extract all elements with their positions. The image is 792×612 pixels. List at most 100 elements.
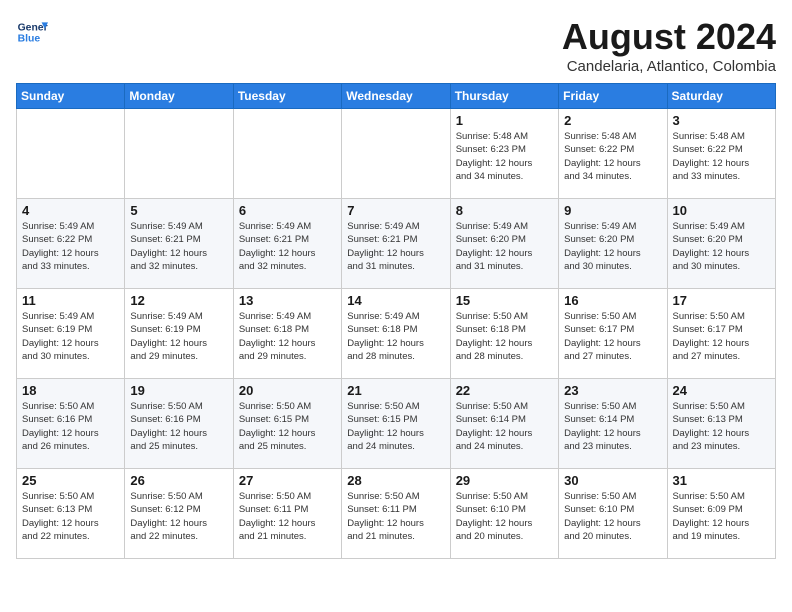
day-cell: 21Sunrise: 5:50 AM Sunset: 6:15 PM Dayli… — [342, 379, 450, 469]
day-number: 14 — [347, 293, 444, 308]
day-info: Sunrise: 5:49 AM Sunset: 6:20 PM Dayligh… — [673, 220, 770, 273]
day-cell: 4 Sunrise: 5:49 AM Sunset: 6:22 PM Daylig… — [17, 199, 125, 289]
day-info: Sunrise: 5:50 AM Sunset: 6:16 PM Dayligh… — [22, 400, 119, 453]
week-row-2: 4 Sunrise: 5:49 AM Sunset: 6:22 PM Daylig… — [17, 199, 776, 289]
day-cell — [233, 109, 341, 199]
day-number: 5 — [130, 203, 227, 218]
day-cell: 22Sunrise: 5:50 AM Sunset: 6:14 PM Dayli… — [450, 379, 558, 469]
day-info: Sunrise: 5:50 AM Sunset: 6:10 PM Dayligh… — [456, 490, 553, 543]
day-cell: 14Sunrise: 5:49 AM Sunset: 6:18 PM Dayli… — [342, 289, 450, 379]
day-number: 4 — [22, 203, 119, 218]
day-info: Sunrise: 5:50 AM Sunset: 6:12 PM Dayligh… — [130, 490, 227, 543]
weekday-saturday: Saturday — [667, 84, 775, 109]
day-number: 26 — [130, 473, 227, 488]
day-cell: 19 Sunrise: 5:50 AM Sunset: 6:16 PM Dayli… — [125, 379, 233, 469]
day-number: 8 — [456, 203, 553, 218]
day-info: Sunrise: 5:49 AM Sunset: 6:21 PM Dayligh… — [347, 220, 444, 273]
calendar-body: 1 Sunrise: 5:48 AM Sunset: 6:23 PM Daylig… — [17, 109, 776, 559]
weekday-header-row: SundayMondayTuesdayWednesdayThursdayFrid… — [17, 84, 776, 109]
day-cell: 28 Sunrise: 5:50 AM Sunset: 6:11 PM Dayli… — [342, 469, 450, 559]
day-cell: 29Sunrise: 5:50 AM Sunset: 6:10 PM Dayli… — [450, 469, 558, 559]
weekday-sunday: Sunday — [17, 84, 125, 109]
weekday-tuesday: Tuesday — [233, 84, 341, 109]
day-cell — [17, 109, 125, 199]
logo-icon: General Blue — [16, 16, 48, 48]
title-block: August 2024 Candelaria, Atlantico, Colom… — [562, 16, 776, 75]
day-info: Sunrise: 5:50 AM Sunset: 6:15 PM Dayligh… — [347, 400, 444, 453]
day-number: 1 — [456, 113, 553, 128]
weekday-friday: Friday — [559, 84, 667, 109]
weekday-wednesday: Wednesday — [342, 84, 450, 109]
svg-text:Blue: Blue — [18, 34, 41, 45]
day-cell — [342, 109, 450, 199]
day-info: Sunrise: 5:50 AM Sunset: 6:17 PM Dayligh… — [564, 310, 661, 363]
page-header: General Blue August 2024 Candelaria, Atl… — [16, 16, 776, 75]
day-number: 9 — [564, 203, 661, 218]
day-cell: 3 Sunrise: 5:48 AM Sunset: 6:22 PM Daylig… — [667, 109, 775, 199]
day-info: Sunrise: 5:49 AM Sunset: 6:21 PM Dayligh… — [239, 220, 336, 273]
day-number: 23 — [564, 383, 661, 398]
day-cell: 30Sunrise: 5:50 AM Sunset: 6:10 PM Dayli… — [559, 469, 667, 559]
logo: General Blue — [16, 16, 52, 48]
day-info: Sunrise: 5:50 AM Sunset: 6:10 PM Dayligh… — [564, 490, 661, 543]
day-number: 19 — [130, 383, 227, 398]
day-cell: 24 Sunrise: 5:50 AM Sunset: 6:13 PM Dayli… — [667, 379, 775, 469]
day-cell: 15 Sunrise: 5:50 AM Sunset: 6:18 PM Dayli… — [450, 289, 558, 379]
day-info: Sunrise: 5:50 AM Sunset: 6:15 PM Dayligh… — [239, 400, 336, 453]
day-number: 13 — [239, 293, 336, 308]
day-cell: 7 Sunrise: 5:49 AM Sunset: 6:21 PM Daylig… — [342, 199, 450, 289]
day-number: 7 — [347, 203, 444, 218]
day-cell: 26 Sunrise: 5:50 AM Sunset: 6:12 PM Dayli… — [125, 469, 233, 559]
day-number: 2 — [564, 113, 661, 128]
day-number: 20 — [239, 383, 336, 398]
day-info: Sunrise: 5:50 AM Sunset: 6:11 PM Dayligh… — [239, 490, 336, 543]
day-number: 28 — [347, 473, 444, 488]
day-number: 15 — [456, 293, 553, 308]
day-cell: 10 Sunrise: 5:49 AM Sunset: 6:20 PM Dayli… — [667, 199, 775, 289]
day-info: Sunrise: 5:49 AM Sunset: 6:19 PM Dayligh… — [130, 310, 227, 363]
week-row-4: 18Sunrise: 5:50 AM Sunset: 6:16 PM Dayli… — [17, 379, 776, 469]
day-info: Sunrise: 5:49 AM Sunset: 6:20 PM Dayligh… — [564, 220, 661, 273]
day-cell: 5 Sunrise: 5:49 AM Sunset: 6:21 PM Daylig… — [125, 199, 233, 289]
day-info: Sunrise: 5:48 AM Sunset: 6:22 PM Dayligh… — [673, 130, 770, 183]
day-cell: 8 Sunrise: 5:49 AM Sunset: 6:20 PM Daylig… — [450, 199, 558, 289]
day-cell: 31 Sunrise: 5:50 AM Sunset: 6:09 PM Dayli… — [667, 469, 775, 559]
day-number: 31 — [673, 473, 770, 488]
day-number: 27 — [239, 473, 336, 488]
day-cell: 27 Sunrise: 5:50 AM Sunset: 6:11 PM Dayli… — [233, 469, 341, 559]
month-title: August 2024 — [562, 16, 776, 58]
day-cell: 6 Sunrise: 5:49 AM Sunset: 6:21 PM Daylig… — [233, 199, 341, 289]
day-number: 24 — [673, 383, 770, 398]
day-cell: 9 Sunrise: 5:49 AM Sunset: 6:20 PM Daylig… — [559, 199, 667, 289]
week-row-1: 1 Sunrise: 5:48 AM Sunset: 6:23 PM Daylig… — [17, 109, 776, 199]
day-info: Sunrise: 5:50 AM Sunset: 6:14 PM Dayligh… — [456, 400, 553, 453]
day-number: 17 — [673, 293, 770, 308]
day-info: Sunrise: 5:48 AM Sunset: 6:23 PM Dayligh… — [456, 130, 553, 183]
day-number: 25 — [22, 473, 119, 488]
day-cell: 17Sunrise: 5:50 AM Sunset: 6:17 PM Dayli… — [667, 289, 775, 379]
day-cell: 2Sunrise: 5:48 AM Sunset: 6:22 PM Daylig… — [559, 109, 667, 199]
weekday-thursday: Thursday — [450, 84, 558, 109]
day-info: Sunrise: 5:50 AM Sunset: 6:18 PM Dayligh… — [456, 310, 553, 363]
day-number: 6 — [239, 203, 336, 218]
day-info: Sunrise: 5:50 AM Sunset: 6:14 PM Dayligh… — [564, 400, 661, 453]
day-info: Sunrise: 5:50 AM Sunset: 6:16 PM Dayligh… — [130, 400, 227, 453]
location-subtitle: Candelaria, Atlantico, Colombia — [562, 58, 776, 75]
day-info: Sunrise: 5:50 AM Sunset: 6:09 PM Dayligh… — [673, 490, 770, 543]
day-info: Sunrise: 5:49 AM Sunset: 6:21 PM Dayligh… — [130, 220, 227, 273]
day-number: 3 — [673, 113, 770, 128]
day-info: Sunrise: 5:49 AM Sunset: 6:22 PM Dayligh… — [22, 220, 119, 273]
day-info: Sunrise: 5:50 AM Sunset: 6:11 PM Dayligh… — [347, 490, 444, 543]
day-info: Sunrise: 5:50 AM Sunset: 6:13 PM Dayligh… — [673, 400, 770, 453]
day-number: 11 — [22, 293, 119, 308]
day-info: Sunrise: 5:49 AM Sunset: 6:18 PM Dayligh… — [239, 310, 336, 363]
day-number: 16 — [564, 293, 661, 308]
day-number: 12 — [130, 293, 227, 308]
day-cell: 18Sunrise: 5:50 AM Sunset: 6:16 PM Dayli… — [17, 379, 125, 469]
day-info: Sunrise: 5:49 AM Sunset: 6:20 PM Dayligh… — [456, 220, 553, 273]
day-number: 10 — [673, 203, 770, 218]
day-cell: 25Sunrise: 5:50 AM Sunset: 6:13 PM Dayli… — [17, 469, 125, 559]
day-cell: 20 Sunrise: 5:50 AM Sunset: 6:15 PM Dayli… — [233, 379, 341, 469]
day-info: Sunrise: 5:49 AM Sunset: 6:19 PM Dayligh… — [22, 310, 119, 363]
day-cell: 23 Sunrise: 5:50 AM Sunset: 6:14 PM Dayli… — [559, 379, 667, 469]
